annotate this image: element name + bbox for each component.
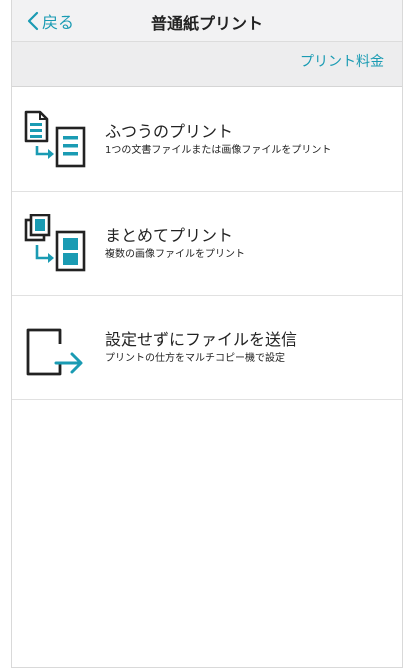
sub-bar: プリント料金 — [12, 42, 402, 87]
app-frame: 戻る 普通紙プリント プリント料金 ふつうのプリント 1つの文書ファイルまたは画… — [11, 0, 403, 668]
multi-image-print-icon — [24, 214, 86, 272]
item-title: ふつうのプリント — [105, 122, 234, 141]
item-description: プリントの仕方をマルチコピー機で設定 — [105, 353, 285, 364]
print-fee-link[interactable]: プリント料金 — [300, 51, 384, 71]
item-title: まとめてプリント — [105, 226, 234, 245]
document-print-icon — [24, 110, 86, 168]
item-title: 設定せずにファイルを送信 — [105, 330, 298, 349]
list-item-send-file[interactable]: 設定せずにファイルを送信 プリントの仕方をマルチコピー機で設定 — [12, 296, 402, 400]
nav-bar: 戻る 普通紙プリント — [12, 0, 402, 42]
send-file-icon — [26, 328, 83, 376]
list-item-batch-print[interactable]: まとめてプリント 複数の画像ファイルをプリント — [12, 192, 402, 296]
page-title: 普通紙プリント — [150, 14, 263, 33]
list-item-normal-print[interactable]: ふつうのプリント 1つの文書ファイルまたは画像ファイルをプリント — [12, 88, 402, 192]
print-option-list: ふつうのプリント 1つの文書ファイルまたは画像ファイルをプリント まとめてプリン… — [12, 88, 402, 400]
item-description: 複数の画像ファイルをプリント — [105, 249, 245, 260]
item-description: 1つの文書ファイルまたは画像ファイルをプリント — [105, 145, 332, 156]
